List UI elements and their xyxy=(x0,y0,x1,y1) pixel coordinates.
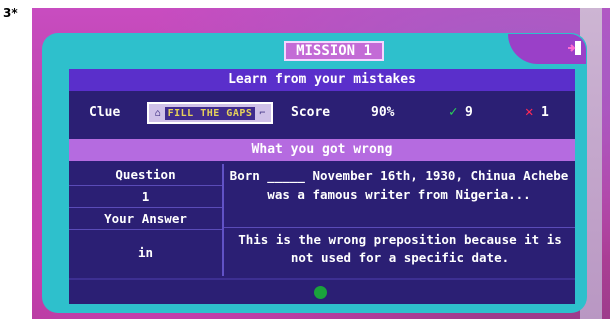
check-icon: ✓ xyxy=(449,104,458,120)
question-label: Question xyxy=(69,164,222,186)
score-label: Score xyxy=(291,105,331,120)
clue-label: Clue xyxy=(89,105,121,120)
page-indicator-dot[interactable] xyxy=(314,286,327,299)
mission-title: MISSION 1 xyxy=(284,41,384,61)
pagination-row xyxy=(69,278,575,304)
results-panel: Learn from your mistakes Clue ⌂ FILL THE… xyxy=(69,69,575,304)
clue-badge[interactable]: ⌂ FILL THE GAPS ⌐ xyxy=(147,102,273,124)
summary-row: Clue ⌂ FILL THE GAPS ⌐ Score 90% ✓ 9 ✕ 1 xyxy=(69,93,575,133)
mistake-meta-column: Question 1 Your Answer in xyxy=(69,164,222,276)
score-value: 90% xyxy=(371,105,395,120)
panel-subtitle: Learn from your mistakes xyxy=(69,69,575,91)
clue-badge-text: FILL THE GAPS xyxy=(164,106,256,120)
your-answer-value: in xyxy=(137,245,154,260)
tag-icon: ⌂ xyxy=(154,107,161,119)
corner-label: 3* xyxy=(3,6,18,20)
wrong-count: 1 xyxy=(541,105,549,120)
explanation-text: This is the wrong preposition because it… xyxy=(238,232,562,265)
mistake-detail: Question 1 Your Answer in Born _____ Nov… xyxy=(69,164,575,276)
your-answer-label: Your Answer xyxy=(69,208,222,230)
correct-count: 9 xyxy=(465,105,473,120)
column-divider xyxy=(222,164,224,276)
tag-end-icon: ⌐ xyxy=(259,107,266,119)
wrong-section-header: What you got wrong xyxy=(69,139,575,161)
row-divider xyxy=(224,227,575,228)
cross-icon: ✕ xyxy=(525,104,534,120)
exit-icon[interactable] xyxy=(568,40,582,56)
question-text: Born _____ November 16th, 1930, Chinua A… xyxy=(229,168,569,202)
question-number: 1 xyxy=(69,186,222,208)
